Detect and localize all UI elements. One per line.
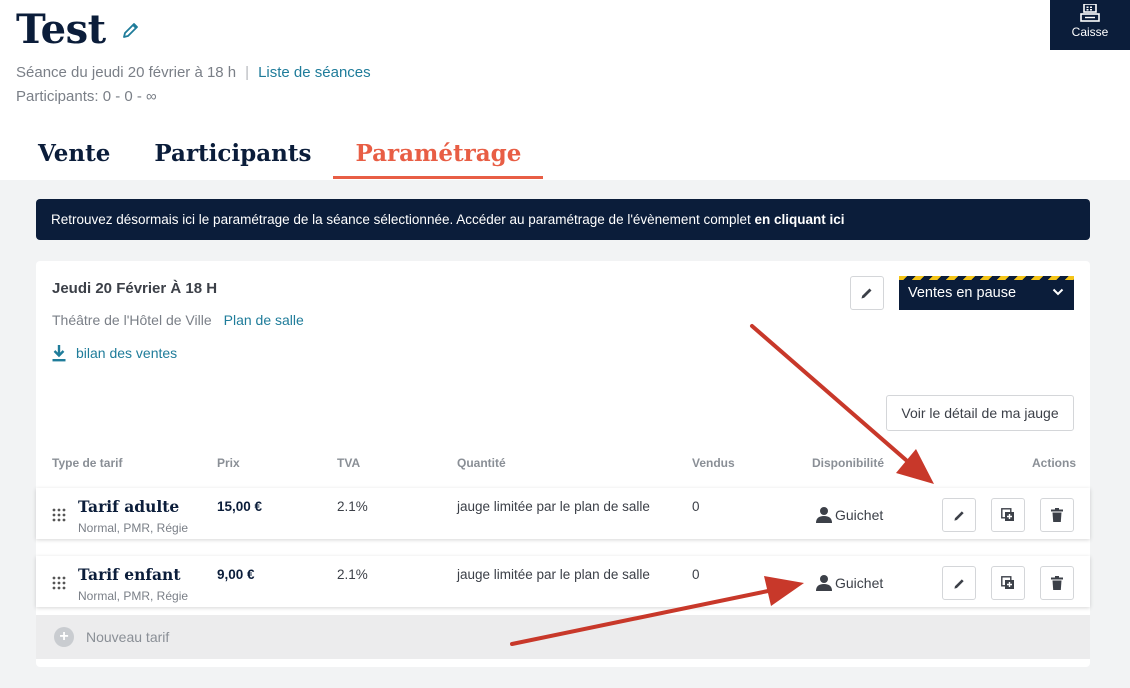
header-type: Type de tarif xyxy=(52,456,123,470)
tarif-name: Tarif enfant xyxy=(78,565,181,584)
header-tva: TVA xyxy=(337,456,361,470)
trash-icon xyxy=(1051,508,1063,522)
header-prix: Prix xyxy=(217,456,240,470)
cash-register-icon xyxy=(1080,4,1100,22)
dispo-label: Guichet xyxy=(835,506,884,523)
participants-summary: Participants: 0 - 0 - ∞ xyxy=(16,88,157,105)
delete-tarif-button[interactable] xyxy=(1040,498,1074,532)
edit-tarif-button[interactable] xyxy=(942,498,976,532)
tarif-disponibilite: Guichet xyxy=(816,506,883,523)
tarif-channels: Normal, PMR, Régie xyxy=(78,521,189,535)
sales-status-select[interactable]: Ventes en pause xyxy=(899,276,1074,310)
tarif-quantite: jauge limitée par le plan de salle xyxy=(457,567,650,582)
tarif-channels: Normal, PMR, Régie xyxy=(78,589,189,603)
tarif-row: Tarif enfant Normal, PMR, Régie 9,00 € 2… xyxy=(36,556,1090,607)
seance-label: Séance du jeudi 20 février à 18 h xyxy=(16,64,237,81)
tarif-vendus: 0 xyxy=(692,567,700,582)
trash-icon xyxy=(1051,576,1063,590)
seance-title: Jeudi 20 Février À 18 H xyxy=(52,280,218,297)
new-tarif-label: Nouveau tarif xyxy=(86,629,170,645)
venue-name: Théâtre de l'Hôtel de Ville xyxy=(52,312,212,328)
download-icon xyxy=(52,345,66,362)
caisse-label: Caisse xyxy=(1071,25,1109,39)
title-row: Test xyxy=(16,6,142,53)
new-tarif-button[interactable]: + Nouveau tarif xyxy=(36,615,1090,659)
tarif-tva: 2.1% xyxy=(337,499,368,514)
venue-line: Théâtre de l'Hôtel de Ville Plan de sall… xyxy=(52,312,304,328)
tarif-quantite: jauge limitée par le plan de salle xyxy=(457,499,650,514)
duplicate-tarif-button[interactable] xyxy=(991,498,1025,532)
sales-status-value: Ventes en pause xyxy=(908,285,1017,301)
tarif-prix: 9,00 € xyxy=(217,567,255,582)
plus-circle-icon: + xyxy=(54,627,74,647)
header-dispo: Disponibilité xyxy=(812,456,884,470)
header-quantite: Quantité xyxy=(457,456,506,470)
duplicate-icon xyxy=(1001,508,1014,521)
edit-seance-button[interactable] xyxy=(850,276,884,310)
tarif-name: Tarif adulte xyxy=(78,497,180,516)
duplicate-icon xyxy=(1001,576,1014,589)
info-banner: Retrouvez désormais ici le paramétrage d… xyxy=(36,199,1090,240)
separator: | xyxy=(245,64,250,81)
seances-list-link[interactable]: Liste de séances xyxy=(258,64,371,81)
drag-handle-icon[interactable] xyxy=(52,508,66,522)
tarif-disponibilite: Guichet xyxy=(816,574,883,591)
pencil-icon xyxy=(953,510,964,521)
tarif-row: Tarif adulte Normal, PMR, Régie 15,00 € … xyxy=(36,488,1090,539)
gauge-detail-button[interactable]: Voir le détail de ma jauge xyxy=(886,395,1074,431)
tab-vente[interactable]: Vente xyxy=(16,138,132,179)
duplicate-tarif-button[interactable] xyxy=(991,566,1025,600)
delete-tarif-button[interactable] xyxy=(1040,566,1074,600)
caisse-button[interactable]: Caisse xyxy=(1050,0,1130,50)
banner-link[interactable]: en cliquant ici xyxy=(754,212,844,227)
seance-card: Jeudi 20 Février À 18 H Théâtre de l'Hôt… xyxy=(36,261,1090,667)
person-icon xyxy=(816,575,832,591)
tarif-vendus: 0 xyxy=(692,499,700,514)
edit-tarif-button[interactable] xyxy=(942,566,976,600)
pencil-icon xyxy=(953,578,964,589)
page-title: Test xyxy=(16,6,106,53)
bilan-label: bilan des ventes xyxy=(76,345,178,361)
tarif-tva: 2.1% xyxy=(337,567,368,582)
page-header: Test Séance du jeudi 20 février à 18 h |… xyxy=(0,0,1130,180)
banner-text: Retrouvez désormais ici le paramétrage d… xyxy=(51,212,755,227)
pencil-icon xyxy=(861,288,872,299)
pause-stripes xyxy=(899,276,1074,280)
header-actions: Actions xyxy=(1032,456,1077,470)
main-content: Retrouvez désormais ici le paramétrage d… xyxy=(0,180,1130,688)
bilan-des-ventes-link[interactable]: bilan des ventes xyxy=(52,344,177,362)
person-icon xyxy=(816,507,832,523)
dispo-label: Guichet xyxy=(835,574,884,591)
header-vendus: Vendus xyxy=(692,456,735,470)
drag-handle-icon[interactable] xyxy=(52,576,66,590)
plan-de-salle-link[interactable]: Plan de salle xyxy=(224,312,304,328)
tab-participants[interactable]: Participants xyxy=(132,138,333,179)
chevron-down-icon xyxy=(1052,288,1064,296)
tabs: Vente Participants Paramétrage xyxy=(16,138,544,180)
tarif-prix: 15,00 € xyxy=(217,499,263,514)
edit-title-icon[interactable] xyxy=(120,19,142,41)
tab-parametrage[interactable]: Paramétrage xyxy=(333,138,544,179)
seance-subtitle: Séance du jeudi 20 février à 18 h | List… xyxy=(16,64,371,81)
